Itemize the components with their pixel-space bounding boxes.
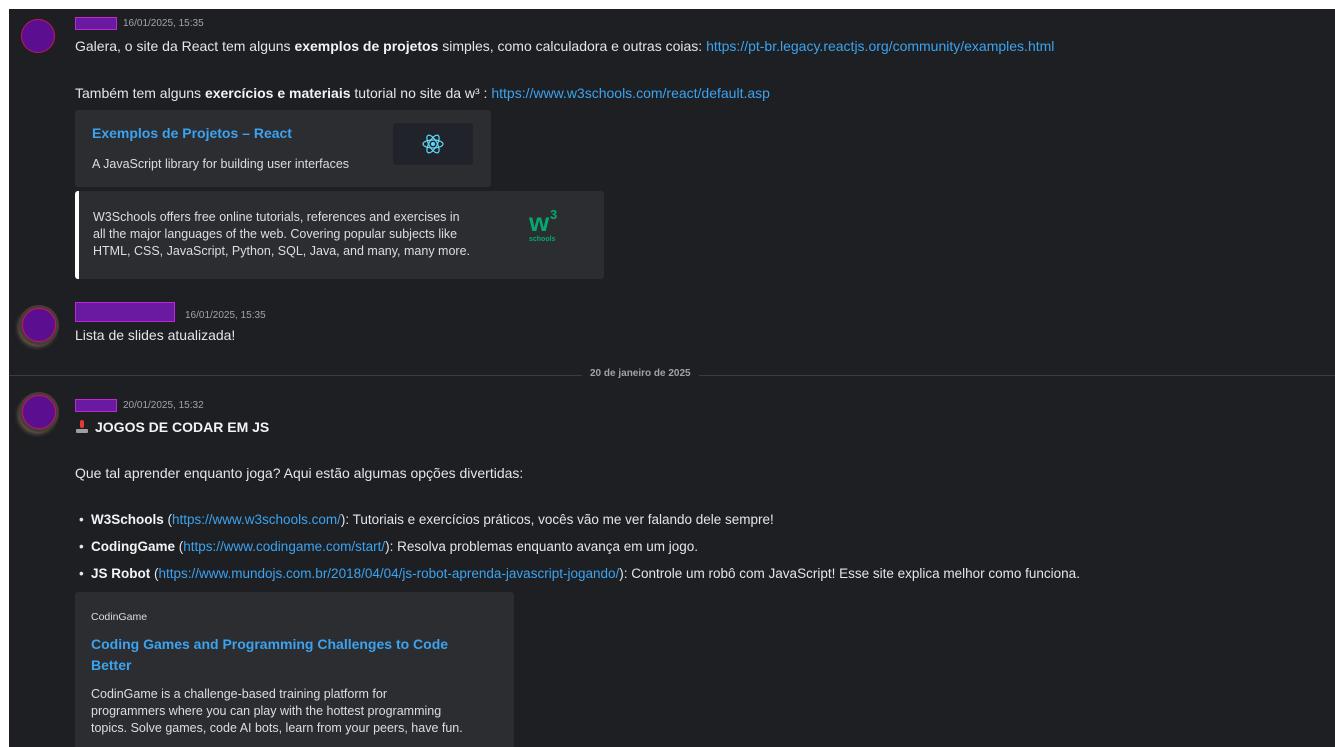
react-examples-link[interactable]: https://pt-br.legacy.reactjs.org/communi… <box>706 38 1054 54</box>
message-text-line-2: Também tem alguns exercícios e materiais… <box>75 85 770 101</box>
bullet-description: ): Tutoriais e exercícios práticos, você… <box>340 512 774 527</box>
w3schools-logo[interactable]: w 3 schools <box>525 207 569 247</box>
message-heading: JOGOS DE CODAR EM JS <box>75 419 269 435</box>
w3schools-react-link[interactable]: https://www.w3schools.com/react/default.… <box>491 85 770 101</box>
list-item: CodingGame (https://www.codingame.com/st… <box>75 538 1080 565</box>
embed-description-line: all the major languages of the web. Cove… <box>93 227 458 241</box>
logo-superscript: 3 <box>550 207 558 222</box>
bold-text: exercícios e materiais <box>204 85 351 101</box>
bullet-name: W3Schools <box>91 512 164 527</box>
embed-title-line: Coding Games and Programming Challenges … <box>91 636 449 652</box>
bullet-list: W3Schools (https://www.w3schools.com/): … <box>75 511 1080 592</box>
text-segment: tutorial no site da w³ : <box>350 85 492 101</box>
bullet-description: ): Resolva problemas enquanto avança em … <box>385 539 699 554</box>
bold-text: exemplos de projetos <box>294 38 439 54</box>
bullet-description: ): Controle um robô com JavaScript! Esse… <box>619 566 1080 581</box>
embed-provider[interactable]: CodinGame <box>91 611 147 623</box>
timestamp: 16/01/2025, 15:35 <box>123 18 204 29</box>
username-redacted[interactable] <box>75 17 117 30</box>
embed-description-line: programmers where you can play with the … <box>91 704 442 718</box>
embed-description-line: CodinGame is a challenge-based training … <box>91 687 387 701</box>
text-segment: Também tem alguns <box>75 85 205 101</box>
embed-title[interactable]: Coding Games and Programming Challenges … <box>91 634 448 676</box>
bullet-name: JS Robot <box>91 566 151 581</box>
username-redacted[interactable] <box>75 302 175 322</box>
embed-description-line: topics. Solve games, code AI bots, learn… <box>91 721 463 735</box>
chat-panel: 16/01/2025, 15:35 Galera, o site da Reac… <box>9 9 1335 747</box>
timestamp: 16/01/2025, 15:35 <box>185 310 266 321</box>
bullet-name: CodingGame <box>91 539 176 554</box>
link-embed-codingame: CodinGame Coding Games and Programming C… <box>75 592 514 747</box>
message-header: 16/01/2025, 15:35 <box>75 17 204 30</box>
embed-description-line: W3Schools offers free online tutorials, … <box>93 210 460 224</box>
embed-description: CodinGame is a challenge-based training … <box>91 686 463 737</box>
joystick-icon <box>75 420 89 434</box>
w3schools-link[interactable]: https://www.w3schools.com/ <box>172 512 341 527</box>
link-embed-react: Exemplos de Projetos – React A JavaScrip… <box>75 110 491 187</box>
message-text: Lista de slides atualizada! <box>75 327 236 343</box>
list-item: W3Schools (https://www.w3schools.com/): … <box>75 511 1080 538</box>
embed-description: A JavaScript library for building user i… <box>92 157 350 171</box>
js-robot-link[interactable]: https://www.mundojs.com.br/2018/04/04/js… <box>159 566 620 581</box>
username-redacted[interactable] <box>75 399 117 412</box>
embed-description: W3Schools offers free online tutorials, … <box>93 209 470 260</box>
avatar[interactable] <box>22 395 56 429</box>
logo-letter: w <box>529 207 550 237</box>
timestamp: 20/01/2025, 15:32 <box>123 400 204 411</box>
list-item: JS Robot (https://www.mundojs.com.br/201… <box>75 565 1080 592</box>
date-divider-label: 20 de janeiro de 2025 <box>582 368 699 379</box>
message-text-line-1: Galera, o site da React tem alguns exemp… <box>75 38 1054 54</box>
embed-title[interactable]: Exemplos de Projetos – React <box>92 125 292 141</box>
avatar[interactable] <box>21 19 55 53</box>
link-embed-w3schools: W3Schools offers free online tutorials, … <box>75 191 604 279</box>
embed-thumbnail[interactable] <box>393 123 473 165</box>
codingame-link[interactable]: https://www.codingame.com/start/ <box>183 539 385 554</box>
heading-text: JOGOS DE CODAR EM JS <box>95 419 270 435</box>
text-segment: Galera, o site da React tem alguns <box>75 38 295 54</box>
embed-description-line: HTML, CSS, JavaScript, Python, SQL, Java… <box>93 244 470 258</box>
avatar[interactable] <box>22 308 56 342</box>
message-header: 20/01/2025, 15:32 <box>75 399 204 412</box>
text-segment: simples, como calculadora e outras coias… <box>438 38 707 54</box>
logo-subtext: schools <box>529 236 556 243</box>
message-intro: Que tal aprender enquanto joga? Aqui est… <box>75 465 524 481</box>
embed-title-line: Better <box>91 657 132 673</box>
react-atom-icon <box>422 134 444 154</box>
